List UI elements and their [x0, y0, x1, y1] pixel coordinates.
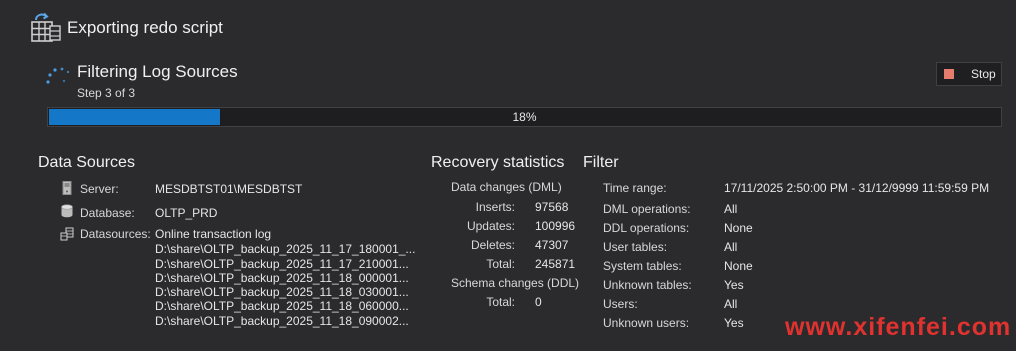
stop-button[interactable]: Stop: [936, 62, 1002, 86]
data-sources-title: Data Sources: [38, 154, 135, 171]
deletes-label: Deletes:: [470, 238, 515, 252]
stop-button-label: Stop: [971, 67, 996, 81]
inserts-label: Inserts:: [475, 200, 515, 214]
dml-total-label: Total:: [486, 257, 515, 271]
database-label: Database:: [80, 206, 135, 220]
filter-label: Users:: [603, 297, 638, 311]
server-value: MESDBTST01\MESDBTST: [155, 182, 303, 196]
datasource-item: D:\share\OLTP_backup_2025_11_18_090002..…: [155, 314, 409, 328]
datasource-item: D:\share\OLTP_backup_2025_11_18_030001..…: [155, 285, 409, 299]
step-subtitle: Step 3 of 3: [77, 86, 136, 100]
deletes-value: 47307: [535, 238, 569, 252]
filter-value: None: [724, 221, 753, 235]
progress-text: 18%: [512, 110, 537, 124]
filter-value: Yes: [724, 278, 744, 292]
datasource-item: D:\share\OLTP_backup_2025_11_17_180001_.…: [155, 242, 416, 256]
export-icon: [30, 12, 62, 44]
datasource-item: D:\share\OLTP_backup_2025_11_18_060000..…: [155, 299, 409, 313]
inserts-value: 97568: [535, 200, 569, 214]
watermark: www.xifenfei.com: [785, 313, 1012, 341]
datasource-item: D:\share\OLTP_backup_2025_11_18_000001..…: [155, 271, 409, 285]
updates-label: Updates:: [466, 219, 515, 233]
ddl-total-value: 0: [535, 295, 542, 309]
filter-label: System tables:: [603, 259, 682, 273]
database-icon: [60, 204, 74, 218]
filter-title: Filter: [583, 154, 619, 171]
filter-value: 17/11/2025 2:50:00 PM - 31/12/9999 11:59…: [724, 181, 990, 195]
progress-bar: 18%: [47, 107, 1002, 127]
server-label: Server:: [80, 182, 119, 196]
filter-label: Unknown tables:: [603, 278, 692, 292]
filter-label: DDL operations:: [603, 221, 690, 235]
datasources-label: Datasources:: [80, 227, 151, 241]
filter-value: None: [724, 259, 753, 273]
filter-label: Unknown users:: [603, 316, 690, 330]
filter-label: User tables:: [603, 240, 668, 254]
stop-icon: [944, 69, 954, 79]
dml-header: Data changes (DML): [451, 180, 562, 194]
ddl-header: Schema changes (DDL): [451, 276, 580, 290]
dml-total-value: 245871: [535, 257, 576, 271]
dialog-title: Exporting redo script: [67, 18, 223, 37]
filter-value: All: [724, 202, 738, 216]
filter-label: Time range:: [603, 181, 667, 195]
datasource-item: D:\share\OLTP_backup_2025_11_17_210001..…: [155, 257, 409, 271]
datasource-item: Online transaction log: [155, 227, 272, 241]
filter-value: All: [724, 297, 738, 311]
filter-value: All: [724, 240, 738, 254]
filter-value: Yes: [724, 316, 744, 330]
step-title: Filtering Log Sources: [77, 62, 238, 81]
filter-label: DML operations:: [603, 202, 691, 216]
loading-spinner-icon: [45, 66, 71, 86]
server-icon: [60, 181, 74, 195]
ddl-total-label: Total:: [486, 295, 515, 309]
recovery-statistics-title: Recovery statistics: [431, 154, 565, 171]
updates-value: 100996: [535, 219, 576, 233]
database-value: OLTP_PRD: [155, 206, 218, 220]
datasources-icon: [60, 227, 74, 241]
